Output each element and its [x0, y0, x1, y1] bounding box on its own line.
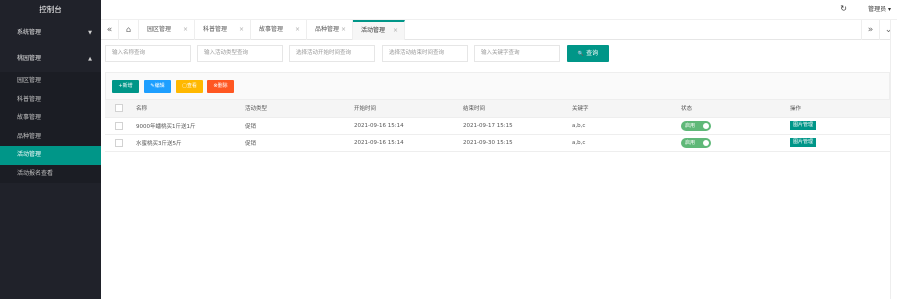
main-content: 输入名称查询 输入活动类型查询 选择活动开始时间查询 选择活动结束时间查询 输入…	[101, 40, 890, 299]
tab-variety[interactable]: 品种管理 ×	[307, 20, 353, 40]
table-panel: +新增 ✎编辑 ▢查看 ⊗删除 名称 活动类型 开始时间 结束时间 关键字 状态…	[105, 72, 890, 299]
search-button-label: 查询	[586, 50, 599, 57]
table-row[interactable]: 9000年蟠桃买1斤送1斤 促销 2021-09-16 15:14 2021-0…	[105, 117, 890, 135]
cell-keywords: a,b,c	[562, 117, 671, 135]
delete-button[interactable]: ⊗删除	[207, 80, 234, 93]
column-header: 开始时间	[344, 100, 453, 118]
column-header: 状态	[671, 100, 780, 118]
search-icon: 🔍	[577, 51, 585, 57]
cell-end: 2021-09-30 15:15	[453, 134, 562, 152]
toggle-knob	[703, 122, 709, 129]
column-header: 操作	[780, 100, 890, 118]
sidebar-title: 控制台	[0, 0, 101, 20]
edit-button[interactable]: ✎编辑	[144, 80, 171, 93]
sidebar-item-signup[interactable]: 活动报名查看	[0, 165, 101, 184]
row-checkbox[interactable]	[115, 138, 123, 147]
sidebar-submenu: 园区管理 科普管理 故事管理 品种管理 活动管理 活动报名查看	[0, 72, 101, 183]
image-manage-button[interactable]: 图片管理	[790, 138, 817, 147]
activity-table: 名称 活动类型 开始时间 结束时间 关键字 状态 操作 9000年蟠桃买1斤送1…	[105, 100, 890, 152]
tab-label: 园区管理	[147, 26, 172, 33]
tab-label: 科普管理	[203, 26, 228, 33]
start-time-input[interactable]: 选择活动开始时间查询	[289, 45, 375, 62]
cell-name: 水蜜桃买3斤送5斤	[126, 134, 235, 152]
tab-label: 品种管理	[315, 26, 340, 33]
toggle-knob	[703, 139, 709, 146]
table-header-row: 名称 活动类型 开始时间 结束时间 关键字 状态 操作	[105, 100, 890, 118]
cell-name: 9000年蟠桃买1斤送1斤	[126, 117, 235, 135]
sidebar-item-park[interactable]: 园区管理	[0, 72, 101, 91]
page-scrollbar[interactable]	[890, 20, 897, 299]
sidebar-item-activity[interactable]: 活动管理	[0, 146, 101, 165]
sidebar-group-label: 系统管理	[17, 29, 42, 36]
cell-status: 启用	[671, 117, 780, 135]
sidebar-item-story[interactable]: 故事管理	[0, 109, 101, 128]
cell-type: 促销	[235, 117, 344, 135]
sidebar: 控制台 系统管理 ▼ 桃园管理 ▲ 园区管理 科普管理 故事管理 品种管理 活动…	[0, 0, 101, 299]
image-manage-button[interactable]: 图片管理	[790, 121, 817, 130]
user-menu[interactable]: 管理员 ▾	[868, 0, 891, 20]
sidebar-group-system[interactable]: 系统管理 ▼	[0, 20, 101, 46]
table-row[interactable]: 水蜜桃买3斤送5斤 促销 2021-09-16 15:14 2021-09-30…	[105, 134, 890, 152]
close-icon[interactable]: ×	[295, 20, 300, 40]
keyword-search-input[interactable]: 输入关键字查询	[474, 45, 560, 62]
app: 控制台 系统管理 ▼ 桃园管理 ▲ 园区管理 科普管理 故事管理 品种管理 活动…	[0, 0, 897, 299]
select-all-checkbox[interactable]	[115, 104, 123, 113]
tab-activity[interactable]: 活动管理 ×	[353, 20, 405, 40]
sidebar-group-label: 桃园管理	[17, 55, 42, 62]
tab-park[interactable]: 园区管理 ×	[139, 20, 195, 40]
row-checkbox[interactable]	[115, 121, 123, 130]
end-time-input[interactable]: 选择活动结束时间查询	[382, 45, 468, 62]
cell-status: 启用	[671, 134, 780, 152]
status-toggle[interactable]: 启用	[681, 137, 711, 148]
cell-end: 2021-09-17 15:15	[453, 117, 562, 135]
column-header: 名称	[126, 100, 235, 118]
tab-label: 活动管理	[361, 27, 386, 34]
top-header: ↻ 管理员 ▾	[101, 0, 897, 20]
view-button[interactable]: ▢查看	[176, 80, 203, 93]
refresh-icon[interactable]: ↻	[840, 4, 847, 13]
tab-label: 故事管理	[259, 26, 284, 33]
sidebar-item-variety[interactable]: 品种管理	[0, 128, 101, 147]
close-icon[interactable]: ×	[183, 20, 188, 40]
sidebar-group-orchard[interactable]: 桃园管理 ▲	[0, 46, 101, 72]
row-select-cell	[105, 134, 126, 152]
column-header: 活动类型	[235, 100, 344, 118]
cell-start: 2021-09-16 15:14	[344, 134, 453, 152]
table-toolbar: +新增 ✎编辑 ▢查看 ⊗删除	[105, 72, 890, 100]
status-toggle[interactable]: 启用	[681, 120, 711, 131]
cell-keywords: a,b,c	[562, 134, 671, 152]
tab-bar: « ⌂ 园区管理 × 科普管理 × 故事管理 × 品种管理 × 活动管理 × »…	[101, 20, 897, 40]
cell-action: 图片管理	[780, 134, 890, 152]
caret-down-icon: ▼	[88, 30, 92, 36]
type-search-input[interactable]: 输入活动类型查询	[197, 45, 283, 62]
cell-start: 2021-09-16 15:14	[344, 117, 453, 135]
row-select-cell	[105, 117, 126, 135]
home-icon[interactable]: ⌂	[119, 20, 139, 40]
close-icon[interactable]: ×	[341, 20, 346, 40]
close-icon[interactable]: ×	[239, 20, 244, 40]
caret-up-icon: ▲	[88, 56, 92, 62]
select-all-header	[105, 100, 126, 118]
close-icon[interactable]: ×	[393, 22, 398, 39]
tab-scroll-right-icon[interactable]: »	[861, 20, 879, 40]
cell-type: 促销	[235, 134, 344, 152]
status-label: 启用	[685, 139, 696, 146]
search-button[interactable]: 🔍 查询	[567, 45, 609, 62]
status-label: 启用	[685, 122, 696, 129]
column-header: 关键字	[562, 100, 671, 118]
tab-scroll-left-icon[interactable]: «	[101, 20, 119, 40]
name-search-input[interactable]: 输入名称查询	[105, 45, 191, 62]
tab-science[interactable]: 科普管理 ×	[195, 20, 251, 40]
column-header: 结束时间	[453, 100, 562, 118]
sidebar-item-science[interactable]: 科普管理	[0, 91, 101, 110]
tab-story[interactable]: 故事管理 ×	[251, 20, 307, 40]
cell-action: 图片管理	[780, 117, 890, 135]
add-button[interactable]: +新增	[112, 80, 139, 93]
